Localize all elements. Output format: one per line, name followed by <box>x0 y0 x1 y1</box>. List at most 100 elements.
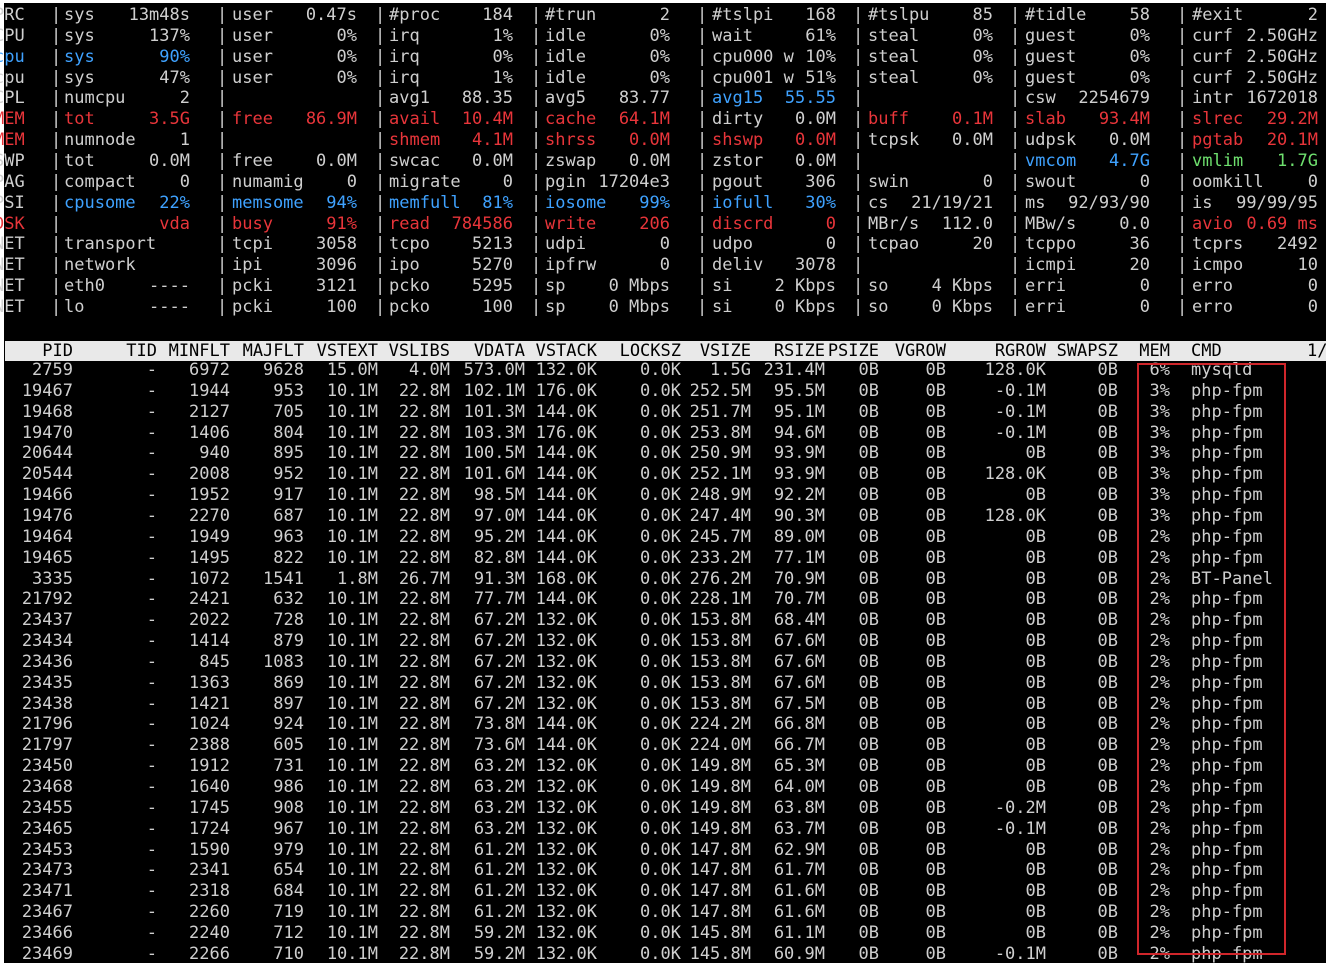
process-row[interactable]: 19476 - 2270 687 10.1M 22.8M 97.0M 144.0K 0.0K 24… <box>0 506 1326 527</box>
column-header-1[interactable]: 1/ <box>1307 341 1326 361</box>
column-header-pid[interactable]: PID <box>42 341 73 361</box>
process-row[interactable]: 23435 - 1363 869 10.1M 22.8M 67.2M 132.0K 0.0K 15… <box>0 673 1326 694</box>
process-row[interactable]: 19466 - 1952 917 10.1M 22.8M 98.5M 144.0K 0.0K 24… <box>0 485 1326 506</box>
process-row[interactable]: 21796 - 1024 924 10.1M 22.8M 73.8M 144.0K 0.0K 22… <box>0 714 1326 735</box>
column-header-locksz[interactable]: LOCKSZ <box>620 341 681 361</box>
process-cell-vdata: 67.2M <box>473 631 525 652</box>
field-separator: | <box>1177 276 1188 297</box>
field-separator: | <box>853 296 864 317</box>
process-cell-vdata: 91.3M <box>473 568 525 589</box>
process-cell-mem: 2% <box>1149 672 1170 693</box>
process-row[interactable]: 20644 - 940 895 10.1M 22.8M 100.5M 144.0K 0.0K 25… <box>0 443 1326 464</box>
process-row[interactable]: 19470 - 1406 804 10.1M 22.8M 103.3M 176.0K 0.0K 2… <box>0 423 1326 444</box>
process-cell-cmd: php-fpm <box>1191 797 1263 818</box>
process-cell-minflt: 845 <box>199 651 230 672</box>
column-header-mem[interactable]: MEM <box>1139 341 1170 361</box>
process-row[interactable]: 19468 - 2127 705 10.1M 22.8M 101.3M 144.0K 0.0K 2… <box>0 402 1326 423</box>
process-cell-pid: 20544 <box>21 464 73 485</box>
field-separator: | <box>697 109 708 130</box>
stat-label: idle <box>545 67 586 88</box>
column-header-swapsz[interactable]: SWAPSZ <box>1057 341 1118 361</box>
process-row[interactable]: 19467 - 1944 953 10.1M 22.8M 102.1M 176.0K 0.0K 2… <box>0 381 1326 402</box>
process-row[interactable]: 23469 - 2266 710 10.1M 22.8M 59.2M 132.0K 0.0K 14… <box>0 944 1326 963</box>
process-row[interactable]: 19464 - 1949 963 10.1M 22.8M 95.2M 144.0K 0.0K 24… <box>0 527 1326 548</box>
process-row[interactable]: 23468 - 1640 986 10.1M 22.8M 63.2M 132.0K 0.0K 14… <box>0 777 1326 798</box>
column-header-vgrow[interactable]: VGROW <box>895 341 946 361</box>
stat-label: guest <box>1025 46 1077 67</box>
process-row[interactable]: 23450 - 1912 731 10.1M 22.8M 63.2M 132.0K 0.0K 14… <box>0 756 1326 777</box>
process-cell-rsize: 61.7M <box>773 860 825 881</box>
process-row[interactable]: 23453 - 1590 979 10.1M 22.8M 61.2M 132.0K 0.0K 14… <box>0 840 1326 861</box>
column-header-cmd[interactable]: CMD <box>1191 341 1222 361</box>
stat-row-psi: PSI|cpusome22%|memsome94%|memfull81%|ios… <box>0 193 1326 214</box>
process-row[interactable]: 23471 - 2318 684 10.1M 22.8M 61.2M 132.0K 0.0K 14… <box>0 881 1326 902</box>
process-cell-rsize: 63.8M <box>773 797 825 818</box>
field-separator: | <box>697 296 708 317</box>
process-cell-vstack: 132.0K <box>535 818 597 839</box>
process-row[interactable]: 23467 - 2260 719 10.1M 22.8M 61.2M 132.0K 0.0K 14… <box>0 902 1326 923</box>
process-row[interactable]: 23473 - 2341 654 10.1M 22.8M 61.2M 132.0K 0.0K 14… <box>0 860 1326 881</box>
process-row[interactable]: 21792 - 2421 632 10.1M 22.8M 77.7M 144.0K 0.0K 22… <box>0 589 1326 610</box>
process-cell-tid: - <box>146 818 157 839</box>
stat-value: 30% <box>805 192 836 213</box>
column-header-vstack[interactable]: VSTACK <box>536 341 597 361</box>
column-header-vslibs[interactable]: VSLIBS <box>389 341 450 361</box>
process-cell-psize: 0B <box>858 401 879 422</box>
process-cell-mem: 3% <box>1149 485 1170 506</box>
stat-value: 0% <box>972 67 993 88</box>
process-cell-vgrow: 0B <box>925 360 946 380</box>
process-row[interactable]: 23465 - 1724 967 10.1M 22.8M 63.2M 132.0K 0.0K 14… <box>0 819 1326 840</box>
process-row[interactable]: 23437 - 2022 728 10.1M 22.8M 67.2M 132.0K 0.0K 15… <box>0 610 1326 631</box>
column-header-vdata[interactable]: VDATA <box>474 341 525 361</box>
stat-value: 0% <box>336 67 357 88</box>
process-cell-locksz: 0.0K <box>640 902 681 923</box>
process-row[interactable]: 19465 - 1495 822 10.1M 22.8M 82.8M 144.0K 0.0K 23… <box>0 548 1326 569</box>
process-cell-psize: 0B <box>858 818 879 839</box>
column-header-vstext[interactable]: VSTEXT <box>317 341 378 361</box>
field-separator: | <box>697 88 708 109</box>
process-cell-psize: 0B <box>858 860 879 881</box>
process-cell-vdata: 63.2M <box>473 756 525 777</box>
stat-label: erro <box>1192 296 1233 317</box>
field-separator: | <box>1177 171 1188 192</box>
process-row[interactable]: 23455 - 1745 908 10.1M 22.8M 63.2M 132.0K 0.0K 14… <box>0 798 1326 819</box>
process-cell-psize: 0B <box>858 380 879 401</box>
process-cell-vstext: 10.1M <box>326 589 378 610</box>
column-header-rgrow[interactable]: RGROW <box>995 341 1046 361</box>
stat-row-cpu: cpu|sys90%|user0%|irq0%|idle0%|cpu000 w1… <box>0 47 1326 68</box>
process-cell-majflt: 9628 <box>263 360 304 380</box>
column-header-psize[interactable]: PSIZE <box>828 341 879 361</box>
process-cell-tid: - <box>146 610 157 631</box>
field-separator: | <box>375 276 386 297</box>
column-header-tid[interactable]: TID <box>126 341 157 361</box>
stat-value: 0 Mbps <box>608 296 670 317</box>
process-row[interactable]: 23438 - 1421 897 10.1M 22.8M 67.2M 132.0K 0.0K 15… <box>0 694 1326 715</box>
process-row[interactable]: 23436 - 845 1083 10.1M 22.8M 67.2M 132.0K 0.0K 15… <box>0 652 1326 673</box>
column-header-minflt[interactable]: MINFLT <box>169 341 230 361</box>
stat-label: #tslpu <box>868 5 930 25</box>
process-cell-pid: 21792 <box>21 589 73 610</box>
stat-label: pcki <box>232 276 273 297</box>
process-cell-swapsz: 0B <box>1097 401 1118 422</box>
process-cell-vdata: 98.5M <box>473 485 525 506</box>
field-separator: | <box>1010 109 1021 130</box>
stat-value: 99% <box>639 192 670 213</box>
stat-row-mem: MEM|numnode1||shmem4.1M|shrss0.0M|shswp0… <box>0 130 1326 151</box>
process-row[interactable]: 20544 - 2008 952 10.1M 22.8M 101.6M 144.0K 0.0K 2… <box>0 464 1326 485</box>
stat-label: user <box>232 46 273 67</box>
process-cell-vstack: 132.0K <box>535 902 597 923</box>
column-header-rsize[interactable]: RSIZE <box>774 341 825 361</box>
process-row[interactable]: 21797 - 2388 605 10.1M 22.8M 73.6M 144.0K 0.0K 22… <box>0 735 1326 756</box>
process-cell-swapsz: 0B <box>1097 360 1118 380</box>
process-row[interactable]: 2759 - 6972 9628 15.0M 4.0M 573.0M 132.0K 0.0K 1.… <box>0 360 1326 381</box>
column-header-vsize[interactable]: VSIZE <box>700 341 751 361</box>
process-cell-pid: 23473 <box>21 860 73 881</box>
process-row[interactable]: 23434 - 1414 879 10.1M 22.8M 67.2M 132.0K 0.0K 15… <box>0 631 1326 652</box>
process-row[interactable]: 3335 - 1072 1541 1.8M 26.7M 91.3M 168.0K 0.0K 276… <box>0 569 1326 590</box>
process-cell-vgrow: 0B <box>925 672 946 693</box>
stat-label: pcko <box>389 276 430 297</box>
process-cell-cmd: php-fpm <box>1191 818 1263 839</box>
process-cell-vgrow: 0B <box>925 610 946 631</box>
process-row[interactable]: 23466 - 2240 712 10.1M 22.8M 59.2M 132.0K 0.0K 14… <box>0 923 1326 944</box>
column-header-majflt[interactable]: MAJFLT <box>243 341 304 361</box>
